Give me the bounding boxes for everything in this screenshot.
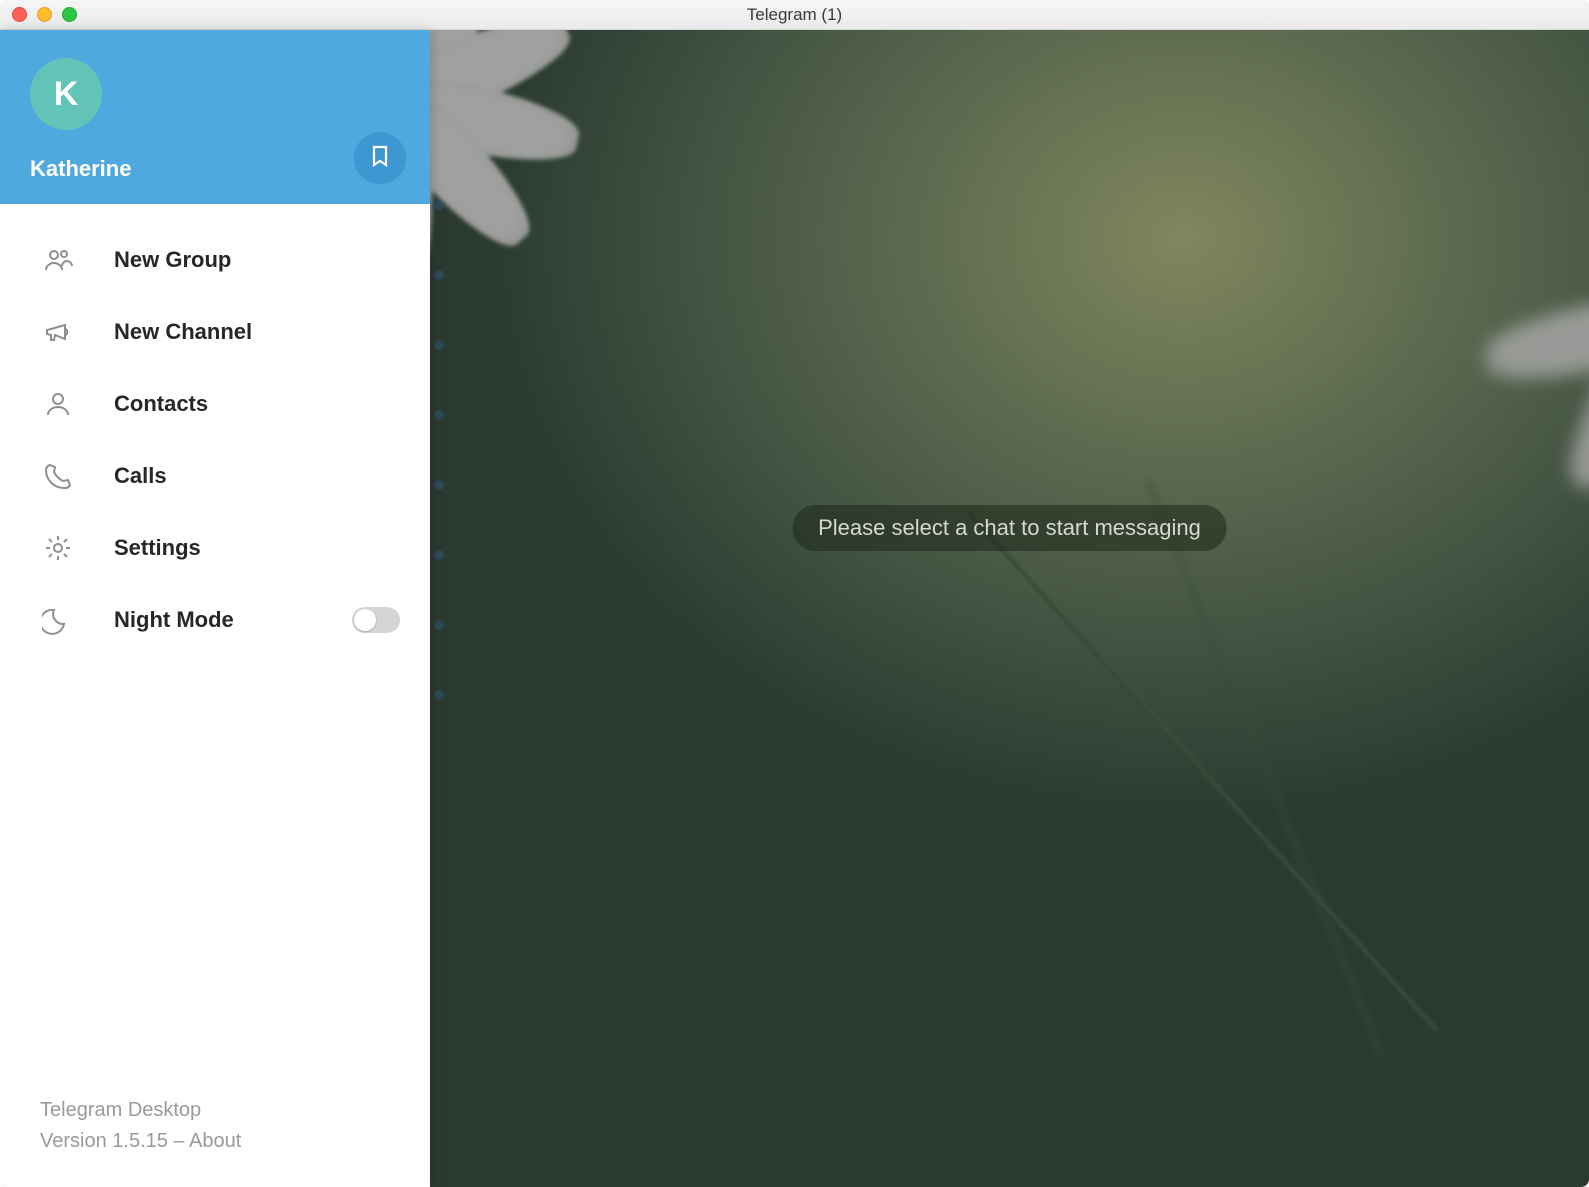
bookmark-icon <box>368 144 392 173</box>
menu-item-new-group[interactable]: New Group <box>0 224 430 296</box>
close-window-button[interactable] <box>12 7 27 22</box>
menu-item-label: Contacts <box>114 391 208 417</box>
menu-item-label: New Group <box>114 247 231 273</box>
version-label: Version 1.5.15 – <box>40 1130 189 1152</box>
zoom-window-button[interactable] <box>62 7 77 22</box>
avatar[interactable]: K <box>30 58 102 130</box>
megaphone-icon <box>40 314 76 350</box>
main-menu-drawer: K Katherine New Group <box>0 30 430 1187</box>
drawer-overlay[interactable] <box>430 30 1589 1187</box>
gear-icon <box>40 530 76 566</box>
group-icon <box>40 242 76 278</box>
menu-item-label: Night Mode <box>114 607 234 633</box>
empty-chat-placeholder: Please select a chat to start messaging <box>792 505 1227 551</box>
night-mode-toggle[interactable] <box>352 607 400 633</box>
menu-item-contacts[interactable]: Contacts <box>0 368 430 440</box>
drawer-header: K Katherine <box>0 30 430 204</box>
app-body: Please select a chat to start messaging … <box>0 30 1589 1187</box>
drawer-menu: New Group New Channel Contacts <box>0 204 430 1095</box>
menu-item-label: New Channel <box>114 319 252 345</box>
window-controls <box>12 7 77 22</box>
profile-name[interactable]: Katherine <box>30 156 400 182</box>
menu-item-night-mode[interactable]: Night Mode <box>0 584 430 656</box>
minimize-window-button[interactable] <box>37 7 52 22</box>
chat-area: Please select a chat to start messaging <box>430 30 1589 1187</box>
titlebar: Telegram (1) <box>0 0 1589 30</box>
menu-item-calls[interactable]: Calls <box>0 440 430 512</box>
menu-item-label: Calls <box>114 463 167 489</box>
chat-list-edge <box>430 30 449 1187</box>
toggle-knob <box>354 609 376 631</box>
menu-item-settings[interactable]: Settings <box>0 512 430 584</box>
menu-item-new-channel[interactable]: New Channel <box>0 296 430 368</box>
moon-icon <box>40 602 76 638</box>
app-name-label: Telegram Desktop <box>40 1095 390 1126</box>
about-link[interactable]: About <box>189 1130 241 1152</box>
saved-messages-button[interactable] <box>354 132 406 184</box>
person-icon <box>40 386 76 422</box>
app-window: Telegram (1) <box>0 0 1589 1187</box>
phone-icon <box>40 458 76 494</box>
menu-item-label: Settings <box>114 535 201 561</box>
window-title: Telegram (1) <box>0 5 1589 25</box>
drawer-footer: Telegram Desktop Version 1.5.15 – About <box>0 1095 430 1187</box>
